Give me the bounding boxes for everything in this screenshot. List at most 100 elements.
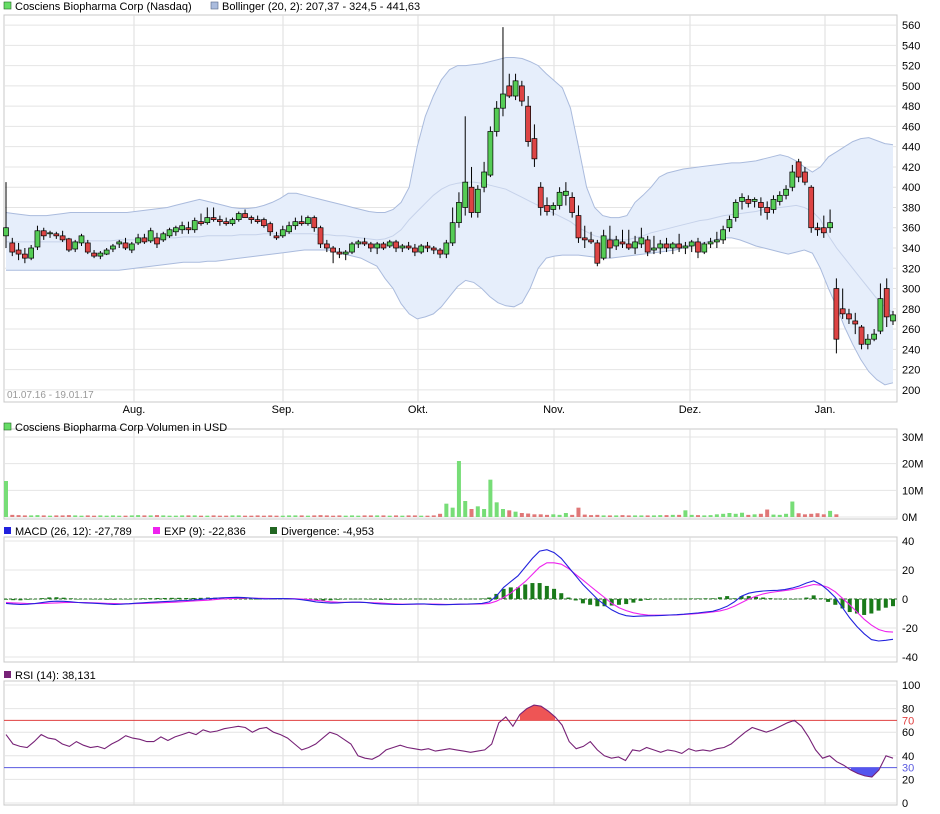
volume-bar [123,515,128,517]
candle-body [248,217,255,220]
volume-bar [419,515,424,517]
candle-body [890,314,896,322]
volume-bar [167,515,172,517]
volume-bar [538,514,543,517]
candle [474,185,481,218]
candle-body [47,232,53,235]
candle-body [607,239,613,249]
volume-bar [633,515,638,517]
price-tick-label: 420 [902,162,920,174]
macd-tick-label: 40 [902,536,914,548]
candle-body [864,338,871,345]
exp-line [5,562,894,633]
volume-bar [161,515,166,517]
volume-bar [482,509,487,517]
candle [833,278,840,354]
candle-body [449,222,456,244]
candle-body [688,241,695,247]
volume-bar [494,502,499,517]
volume-bar [48,515,53,517]
legend-exp-swatch [153,527,160,534]
volume-bar [73,515,78,517]
candle-body [581,237,588,241]
candle-body [418,245,425,253]
volume-bar [186,515,191,517]
candle-body [323,243,330,249]
candle-body [644,239,651,253]
candle-body [833,288,840,340]
volume-bar [576,507,581,517]
candle [594,239,601,267]
volume-bar [695,515,700,517]
divergence-bar [112,599,117,600]
month-label: Okt. [408,404,428,416]
volume-bar [809,513,814,517]
candle-body [154,237,160,245]
panel-frame [3,680,898,806]
volume-bar [834,514,839,517]
divergence-bar [371,599,376,600]
month-label: Sep. [272,404,295,416]
candle-body [814,227,821,231]
candle-body [588,239,594,243]
volume-grid [4,429,897,519]
volume-bar [456,461,461,517]
volume-bar [545,514,550,517]
divergence-bar [725,596,730,599]
candle-body [537,186,544,208]
divergence-bar [184,597,189,599]
candle-body [336,251,343,255]
volume-bar [475,506,480,517]
divergence-bar [465,598,470,600]
candle-body [242,213,248,218]
volume-bar [117,515,122,517]
volume-bar [318,515,323,517]
legend-price: Cosciens Biopharma Corp (Nasdaq) [3,1,192,13]
candle-body [160,233,167,241]
candle-body [15,249,22,255]
volume-bar [532,514,537,517]
legend-exp-label: EXP (9): -22,836 [164,526,246,538]
volume-bar [526,513,531,517]
volume-bar [4,481,8,517]
candle-body [456,202,462,224]
divergence-bar [487,597,492,599]
volume-bar [551,514,556,517]
divergence-bar [429,599,434,600]
divergence-bar [638,599,643,601]
price-tick-label: 280 [902,304,920,316]
month-label: Nov. [543,404,565,416]
volume-bar [570,514,575,517]
divergence-bar [40,598,45,599]
volume-bar [236,515,241,517]
volume-bar [626,515,631,517]
candle-body [764,207,771,213]
volume-bar [274,515,279,517]
volume-bar [802,514,807,517]
divergence-bar [90,599,95,600]
candle-body [59,235,66,241]
candle-body [412,247,418,253]
volume-bar [41,515,46,517]
volume-bar [589,515,594,517]
divergence-bar [335,599,340,600]
volume-bar [343,515,348,517]
volume-bar [601,515,606,517]
volume-bar [154,515,159,517]
price-tick-label: 380 [902,202,920,214]
candle-body [405,245,412,249]
divergence-bar [818,598,823,599]
volume-bar [368,515,373,517]
volume-bar [180,515,185,517]
legend-rsi: RSI (14): 38,131 [4,670,96,682]
divergence-bar [862,599,867,615]
candle-body [368,243,374,249]
volume-bar [136,515,141,517]
candle-body [349,243,355,253]
volume-bar [500,509,505,517]
divergence-bar [83,599,88,600]
volume-bar [450,507,455,517]
candle-body [40,230,47,237]
divergence-bar [869,599,874,614]
price-tick-label: 240 [902,344,920,356]
